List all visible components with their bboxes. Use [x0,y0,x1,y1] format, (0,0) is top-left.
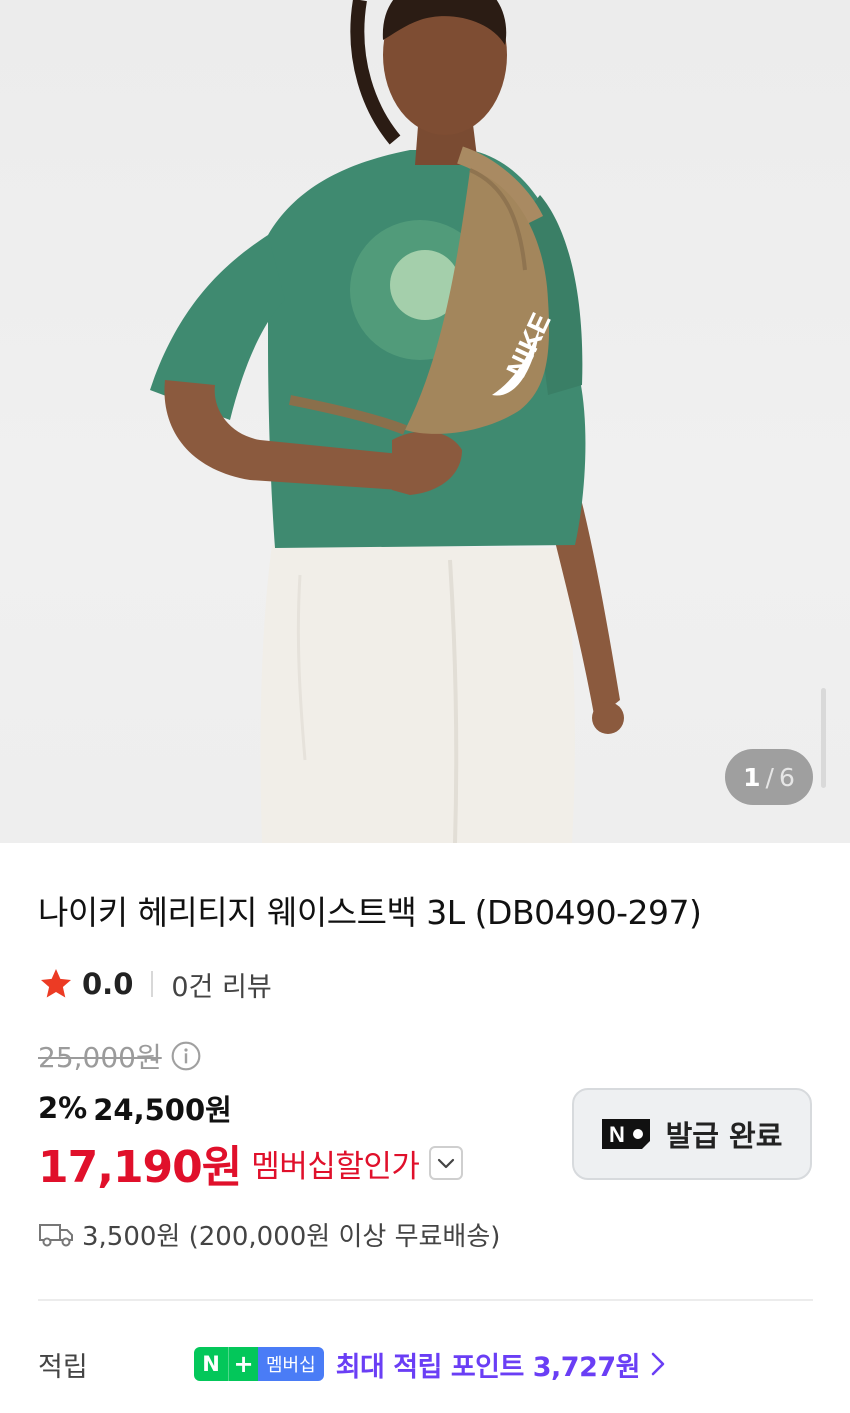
badge-n: N [194,1347,228,1381]
info-icon[interactable] [170,1040,202,1072]
membership-price-toggle[interactable] [429,1146,464,1180]
shipping-fee-text: 3,500원 (200,000원 이상 무료배송) [82,1221,501,1252]
max-points-text: 최대 적립 포인트 3,727원 [335,1351,641,1383]
chevron-right-icon [651,1352,665,1376]
badge-membership-text: 멤버십 [258,1347,324,1381]
coupon-button-label: 발급 완료 [665,1119,783,1153]
sale-price: 24,500원 [93,1093,232,1127]
coupon-issued-button[interactable]: N 발급 완료 [572,1088,812,1180]
membership-price-row: 17,190원 멤버십할인가 [38,1135,464,1193]
rating-row[interactable]: 0.0 0건 리뷰 [38,962,272,1006]
review-count-link[interactable]: 0건 리뷰 [171,965,271,1004]
membership-price-label: 멤버십할인가 [251,1148,420,1185]
product-photo: NIKE [150,0,624,843]
original-price: 25,000원 [38,1041,162,1074]
gallery-page-indicator: 1 / 6 [725,749,813,805]
svg-text:N: N [609,1122,625,1147]
points-row[interactable]: 적립 N + 멤버십 최대 적립 포인트 3,727원 [38,1341,813,1387]
product-image-gallery[interactable]: NIKE 1 / 6 [0,0,850,843]
badge-plus: + [228,1347,258,1381]
original-price-row: 25,000원 [38,1036,202,1076]
star-icon [41,969,71,998]
points-label: 적립 [38,1351,88,1383]
sale-price-row: 2% 24,500원 [38,1087,232,1129]
product-title: 나이키 헤리티지 웨이스트백 3L (DB0490-297) [38,893,702,932]
gallery-total-pages: 6 [778,762,795,792]
chevron-down-icon [438,1158,455,1169]
n-logo-icon: N [601,1119,650,1149]
truck-icon [39,1224,73,1247]
rating-value: 0.0 [82,967,134,1001]
naver-membership-badge: N + 멤버십 [194,1347,324,1381]
membership-price: 17,190원 [38,1142,242,1193]
discount-rate: 2% [38,1091,88,1125]
gallery-page-separator: / [765,762,774,792]
shipping-info: 3,500원 (200,000원 이상 무료배송) [38,1214,500,1254]
gallery-scrollbar[interactable] [821,688,826,788]
rating-divider [151,971,154,997]
section-divider [38,1299,813,1301]
gallery-current-page: 1 [743,762,761,792]
